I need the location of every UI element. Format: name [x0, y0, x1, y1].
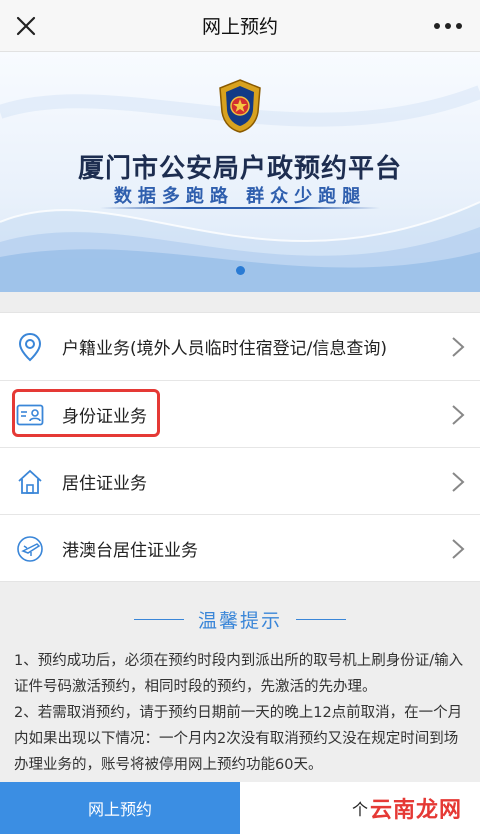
- tips-heading: 温馨提示: [197, 610, 282, 632]
- menu-item-residence[interactable]: 居住证业务: [0, 447, 480, 514]
- close-icon[interactable]: [12, 12, 40, 40]
- banner-title: 厦门市公安局户政预约平台: [77, 154, 402, 184]
- service-menu: 户籍业务(境外人员临时住宿登记/信息查询) 身份证业务 居住证业务 港澳台居住证…: [0, 312, 480, 582]
- tab-online-booking[interactable]: 网上预约: [0, 782, 240, 834]
- tab-personal-label: 个: [351, 800, 368, 819]
- police-emblem-icon: [214, 78, 266, 134]
- divider: [296, 619, 346, 620]
- banner-subtitle: 数据多跑路 群众少跑腿: [113, 186, 367, 207]
- tip-line-1: 1、预约成功后，必须在预约时段内到派出所的取号机上刷身份证/输入证件号码激活预约…: [14, 653, 464, 695]
- chevron-right-icon: [450, 537, 466, 561]
- tips-heading-row: 温馨提示: [0, 606, 480, 633]
- menu-item-label: 港澳台居住证业务: [62, 540, 198, 561]
- banner[interactable]: 厦门市公安局户政预约平台 数据多跑路 群众少跑腿: [0, 52, 480, 292]
- watermark: 云南龙网: [369, 798, 462, 823]
- chevron-right-icon: [450, 335, 466, 359]
- subtitle-underline: [100, 207, 380, 209]
- menu-item-label: 居住证业务: [62, 473, 147, 494]
- house-icon: [14, 466, 46, 498]
- nav-bar: 网上预约: [0, 0, 480, 52]
- menu-item-label: 户籍业务(境外人员临时住宿登记/信息查询): [62, 339, 387, 359]
- plane-icon: [14, 533, 46, 565]
- location-pin-icon: [14, 331, 46, 363]
- tips-section: 温馨提示 1、预约成功后，必须在预约时段内到派出所的取号机上刷身份证/输入证件号…: [0, 582, 480, 782]
- tab-personal[interactable]: 个 云南龙网: [240, 782, 480, 834]
- page-title: 网上预约: [201, 16, 278, 38]
- divider: [133, 619, 184, 620]
- menu-item-id-card[interactable]: 身份证业务: [0, 380, 480, 447]
- carousel-dot[interactable]: [236, 266, 245, 275]
- id-card-icon: [14, 399, 46, 431]
- more-icon[interactable]: [430, 12, 466, 40]
- chevron-right-icon: [450, 403, 466, 427]
- chevron-right-icon: [450, 470, 466, 494]
- tip-line-2: 2、若需取消预约，请于预约日期前一天的晚上12点前取消，在一个月内如果出现以下情…: [14, 705, 463, 773]
- tips-body: 1、预约成功后，必须在预约时段内到派出所的取号机上刷身份证/输入证件号码激活预约…: [14, 648, 468, 778]
- menu-item-hmt-residence[interactable]: 港澳台居住证业务: [0, 514, 480, 581]
- tab-bar: 网上预约 个 云南龙网: [0, 782, 480, 834]
- menu-item-hukou[interactable]: 户籍业务(境外人员临时住宿登记/信息查询): [0, 313, 480, 380]
